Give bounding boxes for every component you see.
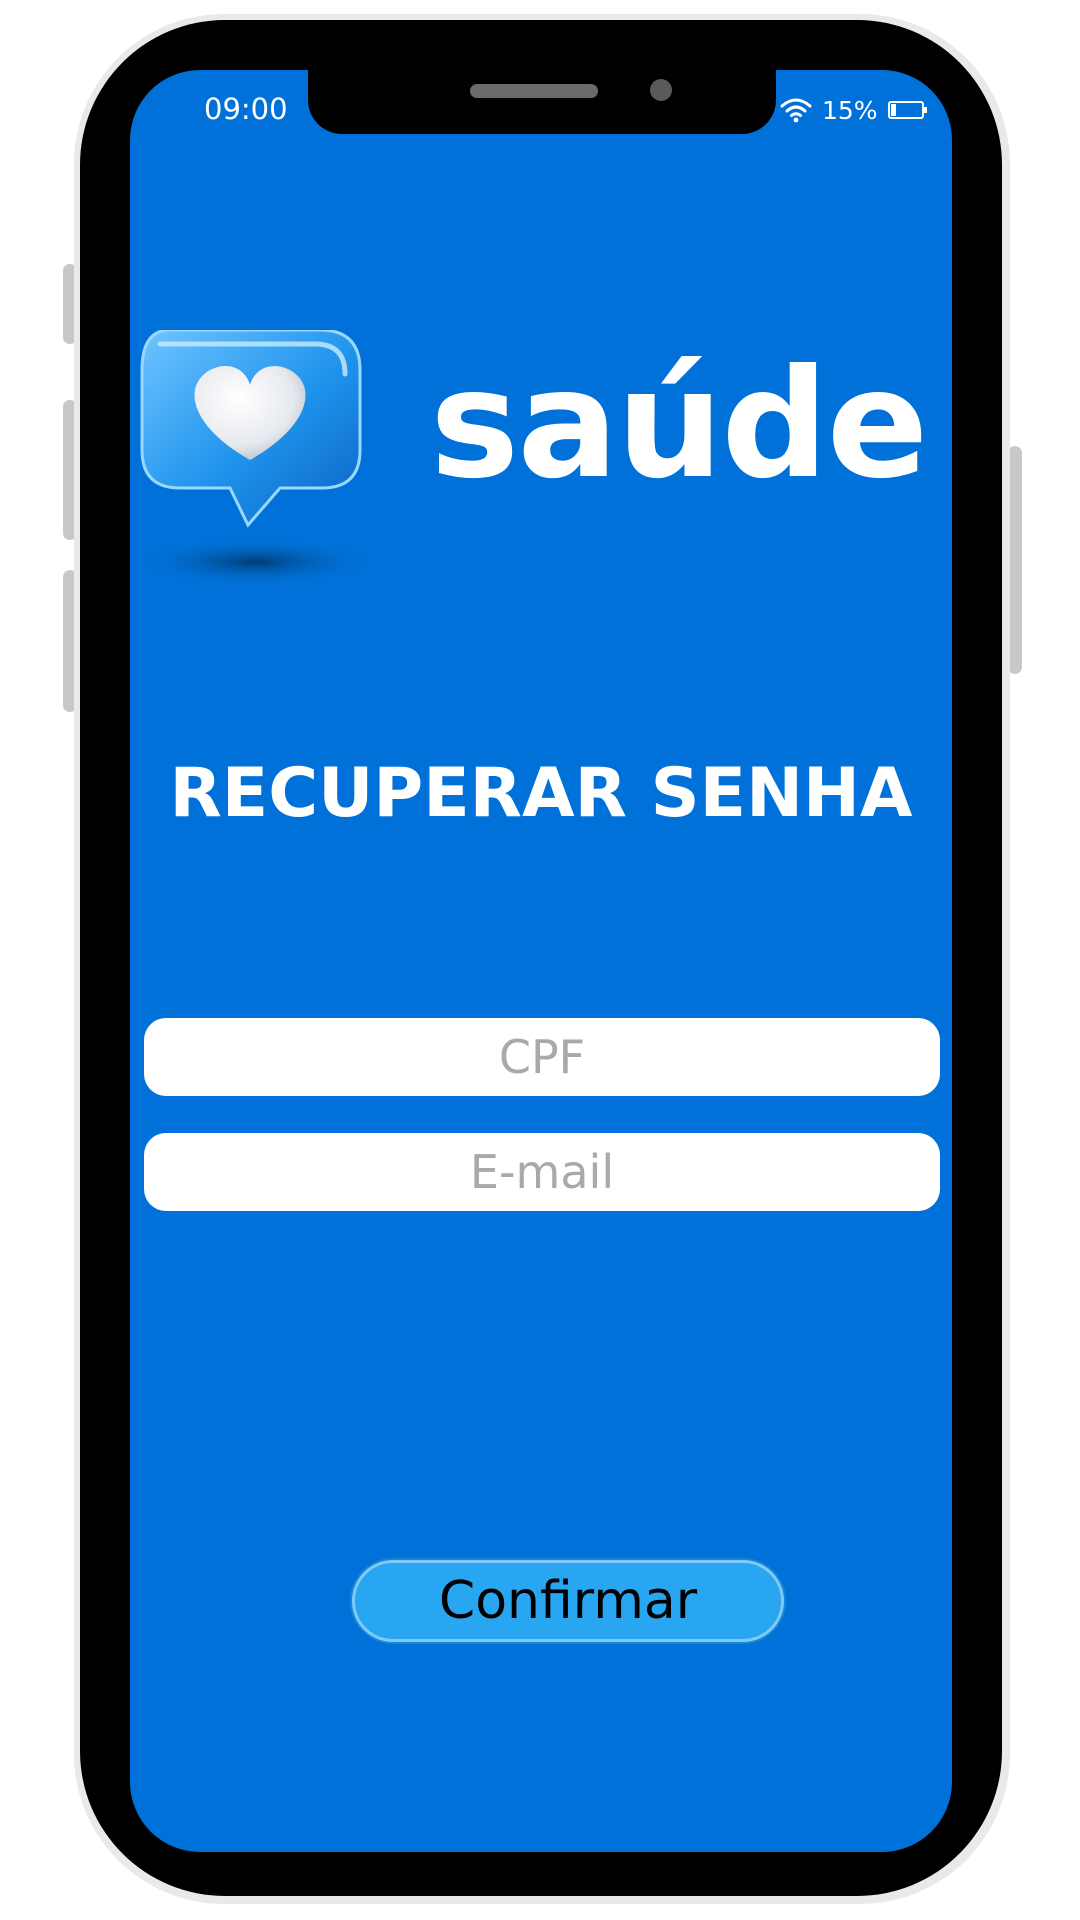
battery-percentage: 15% — [822, 95, 878, 125]
cpf-input[interactable] — [144, 1018, 940, 1096]
front-camera — [650, 79, 672, 101]
page-title: RECUPERAR SENHA — [169, 754, 913, 833]
power-button — [1008, 446, 1022, 674]
wifi-icon — [780, 98, 812, 123]
status-indicators: 15% — [780, 94, 928, 126]
heart-speech-bubble-icon — [135, 330, 375, 586]
phone-screen: 09:00 15% saúde RECUPERAR SENHA CPF E-ma… — [130, 70, 952, 1852]
stage: 09:00 15% saúde RECUPERAR SENHA CPF E-ma… — [0, 0, 1080, 1920]
confirm-button[interactable]: Confirmar — [352, 1560, 784, 1642]
brand-name: saúde — [430, 338, 928, 512]
notch — [308, 70, 776, 134]
email-input[interactable] — [144, 1133, 940, 1211]
status-time: 09:00 — [204, 92, 288, 126]
speaker-grille — [470, 84, 598, 98]
battery-icon — [887, 101, 927, 119]
